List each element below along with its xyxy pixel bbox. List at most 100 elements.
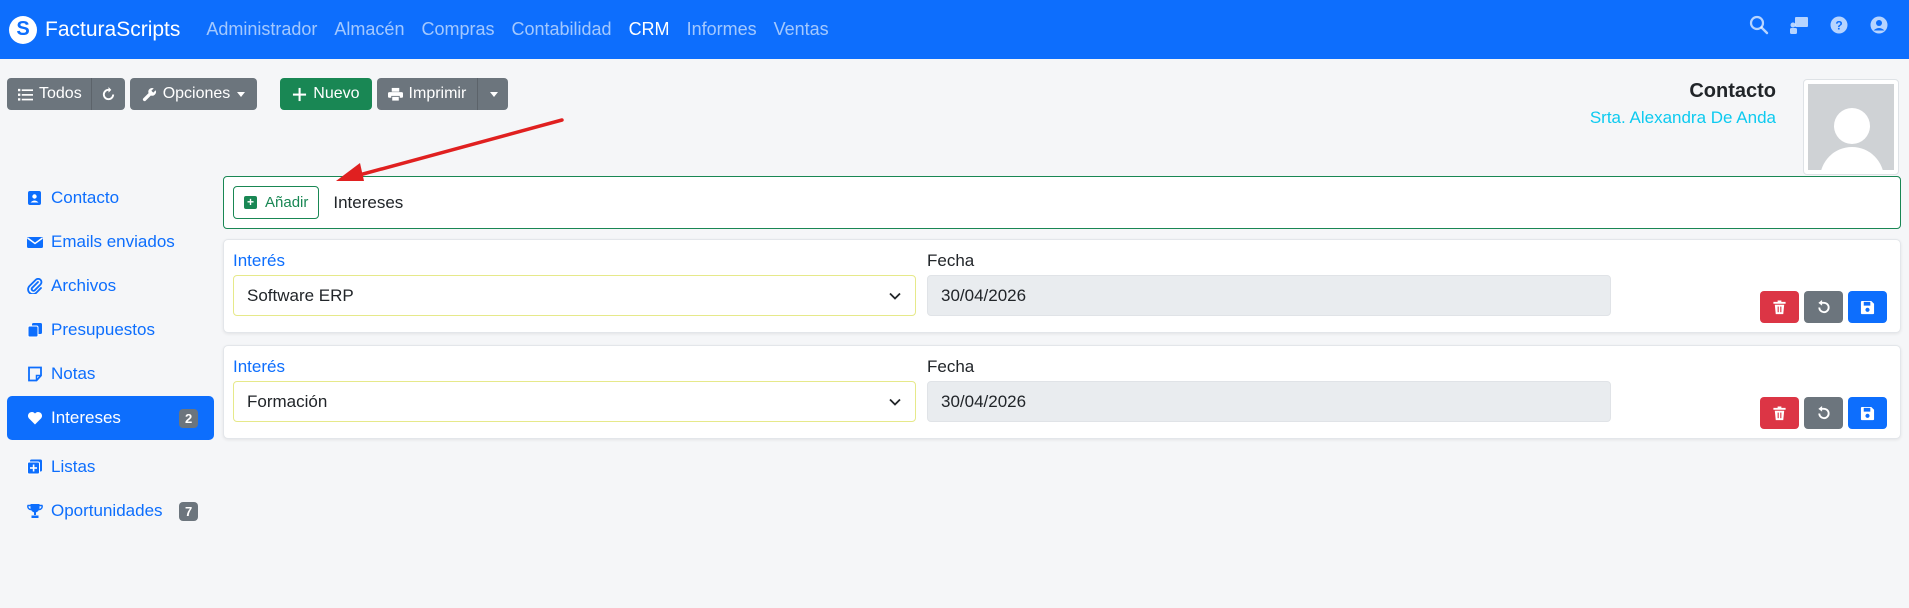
menu-item-informes[interactable]: Informes <box>687 19 757 40</box>
sidebar-item-emails[interactable]: Emails enviados <box>7 220 214 264</box>
row-actions <box>1760 397 1887 429</box>
refresh-button[interactable] <box>90 78 125 110</box>
count-badge: 7 <box>179 501 199 521</box>
add-button-label: Añadir <box>265 194 309 211</box>
printer-icon <box>387 87 403 102</box>
trash-icon <box>1773 299 1786 314</box>
date-label: Fecha <box>927 251 975 270</box>
caret-down-icon <box>237 91 246 97</box>
brand-logo-icon: S <box>9 15 37 44</box>
add-button[interactable]: + Añadir <box>233 186 320 219</box>
new-button[interactable]: Nuevo <box>280 78 372 110</box>
toolbar: Todos Opciones Nuevo Imprimir <box>7 78 509 110</box>
save-button[interactable] <box>1848 397 1887 429</box>
brand[interactable]: S FacturaScripts <box>9 15 181 44</box>
sidebar-item-presupuestos[interactable]: Presupuestos <box>7 308 214 352</box>
delete-button[interactable] <box>1760 291 1799 323</box>
date-field[interactable]: 30/04/2026 <box>927 381 1611 422</box>
floppy-disk-icon <box>1860 406 1875 420</box>
date-label: Fecha <box>927 357 975 376</box>
main-menu: Administrador Almacén Compras Contabilid… <box>206 19 845 40</box>
chevron-down-icon <box>889 292 901 300</box>
annotation-arrow-icon <box>336 118 564 181</box>
undo-icon <box>1818 405 1830 419</box>
nav-icons: ? <box>1749 15 1889 35</box>
delete-button[interactable] <box>1760 397 1799 429</box>
sidebar: Contacto Emails enviados Archivos Presup… <box>7 176 214 533</box>
save-button[interactable] <box>1848 291 1887 323</box>
all-button-label: Todos <box>39 85 82 102</box>
sidebar-item-oportunidades[interactable]: Oportunidades 7 <box>7 489 214 533</box>
new-button-label: Nuevo <box>313 85 360 102</box>
print-group: Imprimir <box>376 78 509 110</box>
page-title: Contacto <box>1689 80 1776 102</box>
note-icon <box>28 366 42 382</box>
all-group: Todos <box>7 78 125 110</box>
interest-row: Interés Fecha Formación 30/04/2026 <box>223 345 1901 439</box>
avatar-placeholder-icon <box>1808 84 1894 170</box>
interest-row: Interés Fecha Software ERP 30/04/2026 <box>223 239 1901 333</box>
print-button-label: Imprimir <box>408 85 467 102</box>
sidebar-item-label: Oportunidades <box>51 501 163 520</box>
options-button[interactable]: Opciones <box>129 78 258 110</box>
interest-select-value: Formación <box>247 391 328 411</box>
wrench-icon <box>142 87 156 101</box>
interest-label: Interés <box>233 357 285 376</box>
sidebar-item-label: Archivos <box>51 276 117 295</box>
sidebar-item-listas[interactable]: Listas <box>7 445 214 489</box>
count-badge: 2 <box>179 408 199 428</box>
interest-select-value: Software ERP <box>247 285 354 305</box>
sidebar-item-label: Contacto <box>51 188 120 207</box>
plus-square-icon: + <box>244 196 257 209</box>
copy-icon <box>27 323 42 338</box>
interest-select[interactable]: Formación <box>233 381 916 422</box>
heart-icon <box>27 411 43 425</box>
interest-label: Interés <box>233 251 285 270</box>
menu-item-almacen[interactable]: Almacén <box>334 19 404 40</box>
help-icon[interactable]: ? <box>1829 15 1849 35</box>
menu-item-contabilidad[interactable]: Contabilidad <box>511 19 611 40</box>
menu-item-ventas[interactable]: Ventas <box>774 19 829 40</box>
paperclip-icon <box>27 278 43 294</box>
interest-select[interactable]: Software ERP <box>233 275 916 316</box>
undo-button[interactable] <box>1804 291 1843 323</box>
presentation-icon[interactable] <box>1789 15 1809 35</box>
date-field-value: 30/04/2026 <box>941 285 1027 305</box>
refresh-icon <box>102 86 114 100</box>
sidebar-item-label: Notas <box>51 364 96 383</box>
undo-button[interactable] <box>1804 397 1843 429</box>
search-icon[interactable] <box>1749 15 1769 35</box>
svg-text:?: ? <box>1835 19 1842 33</box>
sidebar-item-archivos[interactable]: Archivos <box>7 264 214 308</box>
sidebar-item-intereses[interactable]: Intereses 2 <box>7 396 214 440</box>
menu-item-administrador[interactable]: Administrador <box>206 19 317 40</box>
contact-name-link[interactable]: Srta. Alexandra De Anda <box>1590 108 1776 128</box>
sidebar-item-label: Emails enviados <box>51 232 175 251</box>
sidebar-item-label: Intereses <box>51 408 121 427</box>
trophy-icon <box>27 504 43 518</box>
sidebar-item-label: Listas <box>51 457 96 476</box>
section-title: Intereses <box>333 192 404 212</box>
contact-card-icon <box>28 191 41 205</box>
date-field[interactable]: 30/04/2026 <box>927 275 1611 316</box>
sidebar-item-label: Presupuestos <box>51 320 155 339</box>
list-plus-icon <box>27 459 42 475</box>
menu-item-crm[interactable]: CRM <box>629 19 670 40</box>
print-button[interactable]: Imprimir <box>376 78 478 110</box>
user-circle-icon[interactable] <box>1869 15 1889 35</box>
caret-down-icon <box>490 91 499 97</box>
sidebar-item-notas[interactable]: Notas <box>7 352 214 396</box>
floppy-disk-icon <box>1860 300 1875 314</box>
top-navbar: S FacturaScripts Administrador Almacén C… <box>0 0 1909 59</box>
undo-icon <box>1818 299 1830 313</box>
brand-name: FacturaScripts <box>45 17 181 41</box>
sidebar-item-contacto[interactable]: Contacto <box>7 176 214 220</box>
avatar <box>1803 79 1899 175</box>
menu-item-compras[interactable]: Compras <box>421 19 494 40</box>
print-dropdown-button[interactable] <box>477 78 509 110</box>
date-field-value: 30/04/2026 <box>941 391 1027 411</box>
trash-icon <box>1773 405 1786 420</box>
envelope-icon <box>27 237 43 248</box>
all-button[interactable]: Todos <box>7 78 91 110</box>
plus-icon <box>293 87 307 101</box>
